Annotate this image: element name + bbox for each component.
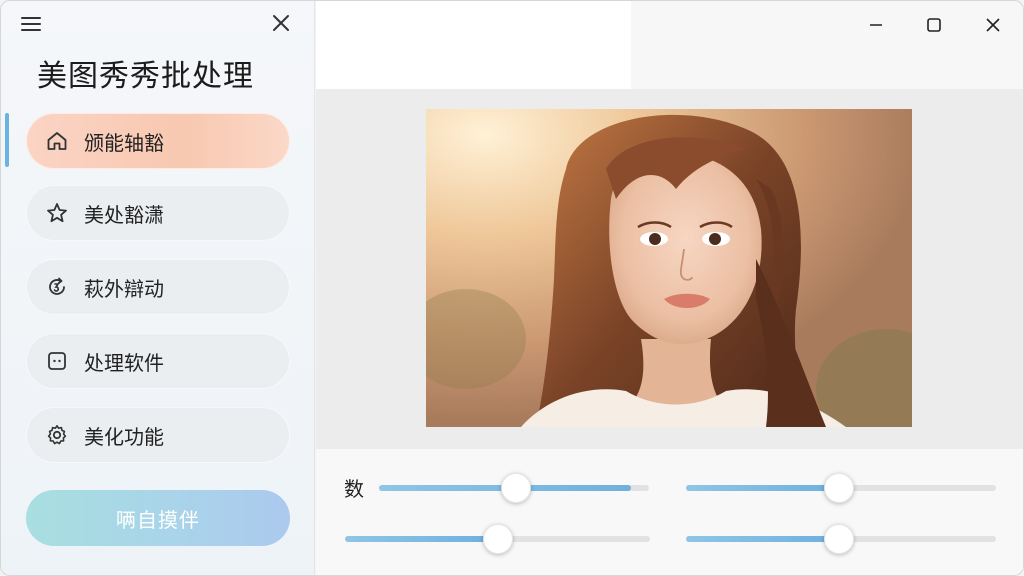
adjustment-panel: 数 xyxy=(316,449,1023,575)
sidebar-item-2[interactable]: 美处豁潇 xyxy=(26,185,290,241)
slider-1[interactable] xyxy=(379,473,649,503)
main-area: 数 xyxy=(316,1,1023,575)
image-preview-area xyxy=(316,89,1023,449)
sidebar-item-3[interactable]: 萩外辯动 xyxy=(26,259,290,315)
sidebar-item-label: 美处豁潇 xyxy=(84,202,164,227)
app-title: 美图秀秀批处理 xyxy=(37,59,254,94)
sidebar: 美图秀秀批处理 颁能轴豁 美处豁潇 萩外辯动 处理软件 美化功能 唡自摸伴 xyxy=(1,1,315,575)
sidebar-item-label: 萩外辯动 xyxy=(84,276,164,301)
sidebar-item-label: 美化功能 xyxy=(84,424,164,449)
slider-3[interactable] xyxy=(345,524,650,554)
slider-4[interactable] xyxy=(686,524,996,554)
primary-action-label: 唡自摸伴 xyxy=(116,507,200,532)
gear-icon xyxy=(44,422,70,448)
sidebar-item-label: 颁能轴豁 xyxy=(84,130,164,155)
star-icon xyxy=(44,200,70,226)
slider-thumb[interactable] xyxy=(501,473,531,503)
maximize-icon[interactable] xyxy=(914,11,954,39)
close-icon[interactable] xyxy=(271,13,291,33)
slider-thumb[interactable] xyxy=(483,524,513,554)
app-window: 美图秀秀批处理 颁能轴豁 美处豁潇 萩外辯动 处理软件 美化功能 唡自摸伴 数 xyxy=(0,0,1024,576)
slider-thumb[interactable] xyxy=(824,524,854,554)
portrait-photo xyxy=(426,109,912,427)
home-icon xyxy=(44,128,70,154)
sidebar-header xyxy=(1,1,315,47)
sidebar-item-5[interactable]: 美化功能 xyxy=(26,407,290,463)
close-icon[interactable] xyxy=(973,11,1013,39)
slider-2[interactable] xyxy=(686,473,996,503)
dots-square-icon xyxy=(44,348,70,374)
sidebar-item-4[interactable]: 处理软件 xyxy=(26,333,290,389)
minimize-icon[interactable] xyxy=(856,11,896,39)
active-indicator xyxy=(5,113,9,167)
title-bar xyxy=(316,1,1023,89)
adjustment-label: 数 xyxy=(344,477,364,501)
primary-action-button[interactable]: 唡自摸伴 xyxy=(26,490,290,546)
sidebar-item-1[interactable]: 颁能轴豁 xyxy=(26,113,290,169)
refresh-icon xyxy=(44,274,70,300)
sidebar-item-label: 处理软件 xyxy=(84,350,164,375)
hamburger-icon[interactable] xyxy=(21,15,41,33)
slider-thumb[interactable] xyxy=(824,473,854,503)
